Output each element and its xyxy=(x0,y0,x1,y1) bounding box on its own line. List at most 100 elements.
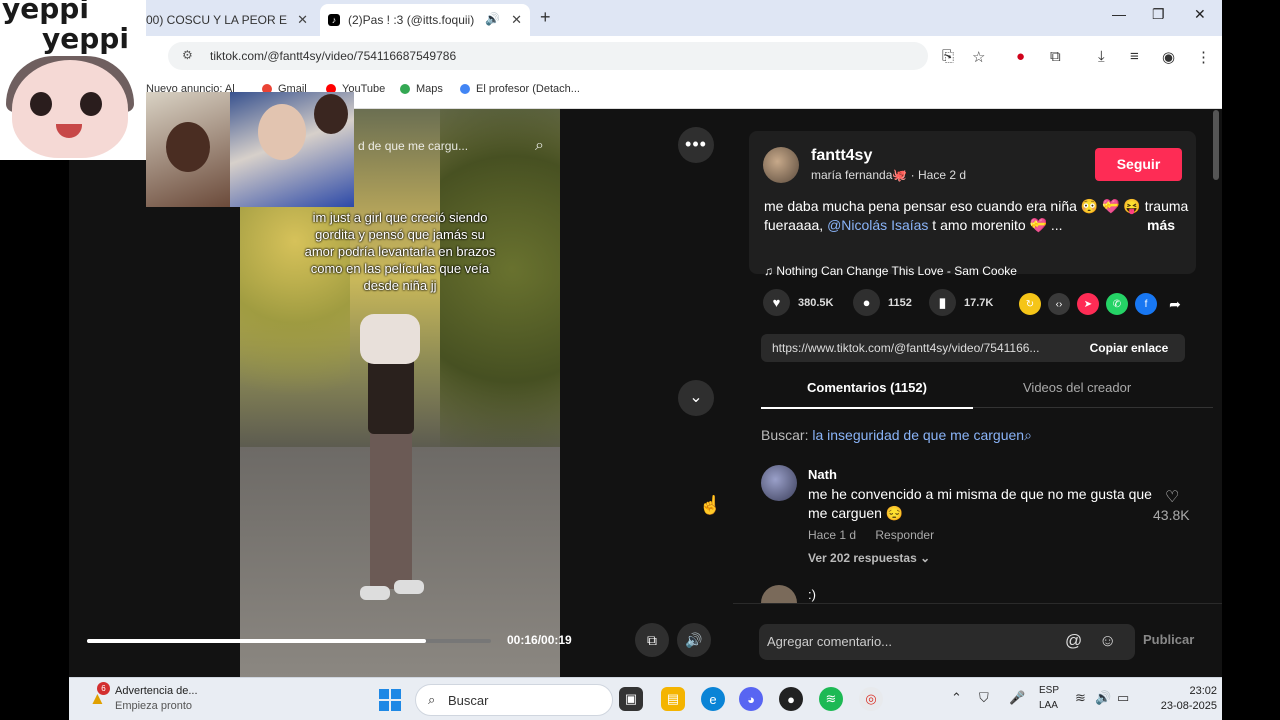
facebook-icon[interactable]: f xyxy=(1135,293,1157,315)
video-search-overlay[interactable]: d de que me cargu... ⌕ xyxy=(358,137,558,159)
reply-button[interactable]: Responder xyxy=(875,528,934,542)
right-margin xyxy=(1222,0,1280,677)
bookmark-profesor[interactable]: El profesor (Detach... xyxy=(460,83,580,95)
comment-count: 1152 xyxy=(888,296,912,309)
next-video-button[interactable]: ⌄ xyxy=(678,380,714,416)
address-bar[interactable]: ⚙ tiktok.com/@fantt4sy/video/75411668754… xyxy=(168,42,928,70)
pip-button[interactable]: ⧉ xyxy=(635,623,669,657)
tab-bar: 00) COSCU Y LA PEOR ENTRE ✕ ♪ (2)Pas ! :… xyxy=(0,0,1222,36)
copy-link-button[interactable]: Copiar enlace xyxy=(1073,334,1185,362)
spotify-icon[interactable]: ≋ xyxy=(819,687,843,711)
battery-icon[interactable]: ▭ xyxy=(1117,690,1129,706)
maximize-button[interactable]: ❐ xyxy=(1152,6,1165,23)
bookmark-label: Maps xyxy=(416,83,443,95)
file-explorer-icon[interactable]: ▤ xyxy=(661,687,685,711)
tab-title: 00) COSCU Y LA PEOR ENTRE xyxy=(146,13,288,27)
speaker-icon[interactable]: 🔊 xyxy=(485,12,500,26)
mention-link[interactable]: @Nicolás Isaías xyxy=(827,217,928,233)
tab-title: (2)Pas ! :3 (@itts.foquii) | Tik xyxy=(348,13,478,27)
address-row: ⚙ tiktok.com/@fantt4sy/video/75411668754… xyxy=(0,36,1222,76)
comment-search-suggestion[interactable]: Buscar: la inseguridad de que me carguen… xyxy=(761,427,1032,444)
volume-icon[interactable]: 🔊 xyxy=(1095,690,1111,706)
chrome-icon[interactable]: ◎ xyxy=(859,687,883,711)
volume-button[interactable]: 🔊 xyxy=(677,623,711,657)
close-window-button[interactable]: ✕ xyxy=(1194,6,1206,23)
site-info-icon[interactable]: ⚙ xyxy=(182,48,193,62)
profile-icon[interactable]: ◉ xyxy=(1162,48,1175,66)
music-link[interactable]: ♫ Nothing Can Change This Love - Sam Coo… xyxy=(764,264,1017,278)
video-time: 00:16/00:19 xyxy=(507,633,572,647)
task-view-icon[interactable]: ▣ xyxy=(619,687,643,711)
more-button[interactable]: más xyxy=(1147,217,1175,233)
figure-carried xyxy=(360,314,420,364)
search-icon: ⌕ xyxy=(1024,427,1032,443)
close-tab-icon[interactable]: ✕ xyxy=(297,12,308,28)
tab-comments[interactable]: Comentarios (1152) xyxy=(807,380,927,395)
wifi-icon[interactable]: ≋ xyxy=(1075,690,1086,706)
comment-input[interactable]: Agregar comentario... @ ☺ xyxy=(759,624,1135,660)
edge-icon[interactable]: e xyxy=(701,687,725,711)
publish-button[interactable]: Publicar xyxy=(1143,632,1194,647)
extensions-icon[interactable]: ⧉ xyxy=(1050,48,1061,65)
commenter-avatar[interactable] xyxy=(761,465,797,501)
start-button[interactable] xyxy=(379,689,401,711)
like-button[interactable]: ♥ 380.5K xyxy=(763,289,833,316)
tab-coscu[interactable]: 00) COSCU Y LA PEOR ENTRE ✕ xyxy=(140,4,316,36)
sticker-text: yeppi xyxy=(2,0,89,25)
whatsapp-icon[interactable]: ✆ xyxy=(1106,293,1128,315)
mouse-cursor-icon: ☝ xyxy=(699,495,722,515)
commenter-avatar[interactable] xyxy=(761,585,797,603)
sticker-eye xyxy=(30,92,52,116)
tiktok-icon: ♪ xyxy=(328,14,340,26)
minimize-button[interactable]: — xyxy=(1112,6,1126,22)
widget-title[interactable]: Advertencia de... xyxy=(115,685,198,697)
close-tab-icon[interactable]: ✕ xyxy=(511,12,522,28)
follow-button[interactable]: Seguir xyxy=(1095,148,1182,181)
opera-icon[interactable]: ● xyxy=(1016,48,1025,65)
vpn-icon[interactable]: ⛉ xyxy=(979,690,989,706)
discord-icon[interactable]: ◕ xyxy=(739,687,763,711)
post-panel: fantt4sy maría fernanda🐙 · Hace 2 d Segu… xyxy=(733,109,1222,677)
heart-outline-icon[interactable]: ♡ xyxy=(1165,487,1179,507)
emoji-icon[interactable]: ☺ xyxy=(1099,631,1116,651)
download-icon[interactable]: ⤓ xyxy=(1098,48,1105,65)
post-link[interactable]: https://www.tiktok.com/@fantt4sy/video/7… xyxy=(772,341,1072,355)
app-icon[interactable]: ● xyxy=(779,687,803,711)
media-icon[interactable]: ≡ xyxy=(1130,48,1139,65)
install-icon[interactable]: ⎘ xyxy=(942,48,954,65)
commenter-name[interactable]: Nath xyxy=(808,467,837,482)
bookmark-star-icon[interactable]: ☆ xyxy=(972,48,985,66)
creator-avatar[interactable] xyxy=(763,147,799,183)
scrollbar[interactable] xyxy=(1213,110,1219,180)
search-icon[interactable]: ⌕ xyxy=(535,137,544,155)
bookmark-maps[interactable]: Maps xyxy=(400,83,443,95)
mention-icon[interactable]: @ xyxy=(1065,631,1082,651)
repost-icon[interactable]: ↻ xyxy=(1019,293,1041,315)
tab-tiktok[interactable]: ♪ (2)Pas ! :3 (@itts.foquii) | Tik 🔊 ✕ xyxy=(320,4,530,36)
comment-button[interactable]: ● 1152 xyxy=(853,289,912,316)
post-description: me daba mucha pena pensar eso cuando era… xyxy=(764,197,1189,235)
tab-creator-videos[interactable]: Videos del creador xyxy=(1023,380,1131,395)
language-layout: LAA xyxy=(1039,700,1058,711)
save-button[interactable]: ▮ 17.7K xyxy=(929,289,993,316)
clock-time[interactable]: 23:02 xyxy=(1173,685,1217,697)
address-text[interactable]: tiktok.com/@fantt4sy/video/7541166875497… xyxy=(210,49,456,63)
new-tab-button[interactable]: + xyxy=(540,7,551,28)
notification-badge: 6 xyxy=(97,682,110,695)
share-icon[interactable]: ➦ xyxy=(1164,293,1186,315)
chevron-up-icon[interactable]: ⌃ xyxy=(951,690,962,706)
view-replies-button[interactable]: Ver 202 respuestas ⌄ xyxy=(808,551,930,565)
language-indicator[interactable]: ESP xyxy=(1039,685,1059,696)
taskbar-search[interactable]: ⌕ Buscar xyxy=(415,684,613,716)
embed-icon[interactable]: ‹› xyxy=(1048,293,1070,315)
active-tab-indicator xyxy=(761,407,973,409)
microphone-icon[interactable]: 🎤 xyxy=(1009,690,1025,706)
screen: 00) COSCU Y LA PEOR ENTRE ✕ ♪ (2)Pas ! :… xyxy=(0,0,1280,720)
clock-date[interactable]: 23-08-2025 xyxy=(1149,700,1217,712)
more-options-button[interactable]: ••• xyxy=(678,127,714,163)
menu-icon[interactable]: ⋮ xyxy=(1196,48,1211,66)
send-icon[interactable]: ➤ xyxy=(1077,293,1099,315)
video-progress-bar[interactable] xyxy=(87,639,491,643)
creator-username[interactable]: fantt4sy xyxy=(811,147,872,165)
search-query[interactable]: la inseguridad de que me carguen xyxy=(812,427,1024,443)
